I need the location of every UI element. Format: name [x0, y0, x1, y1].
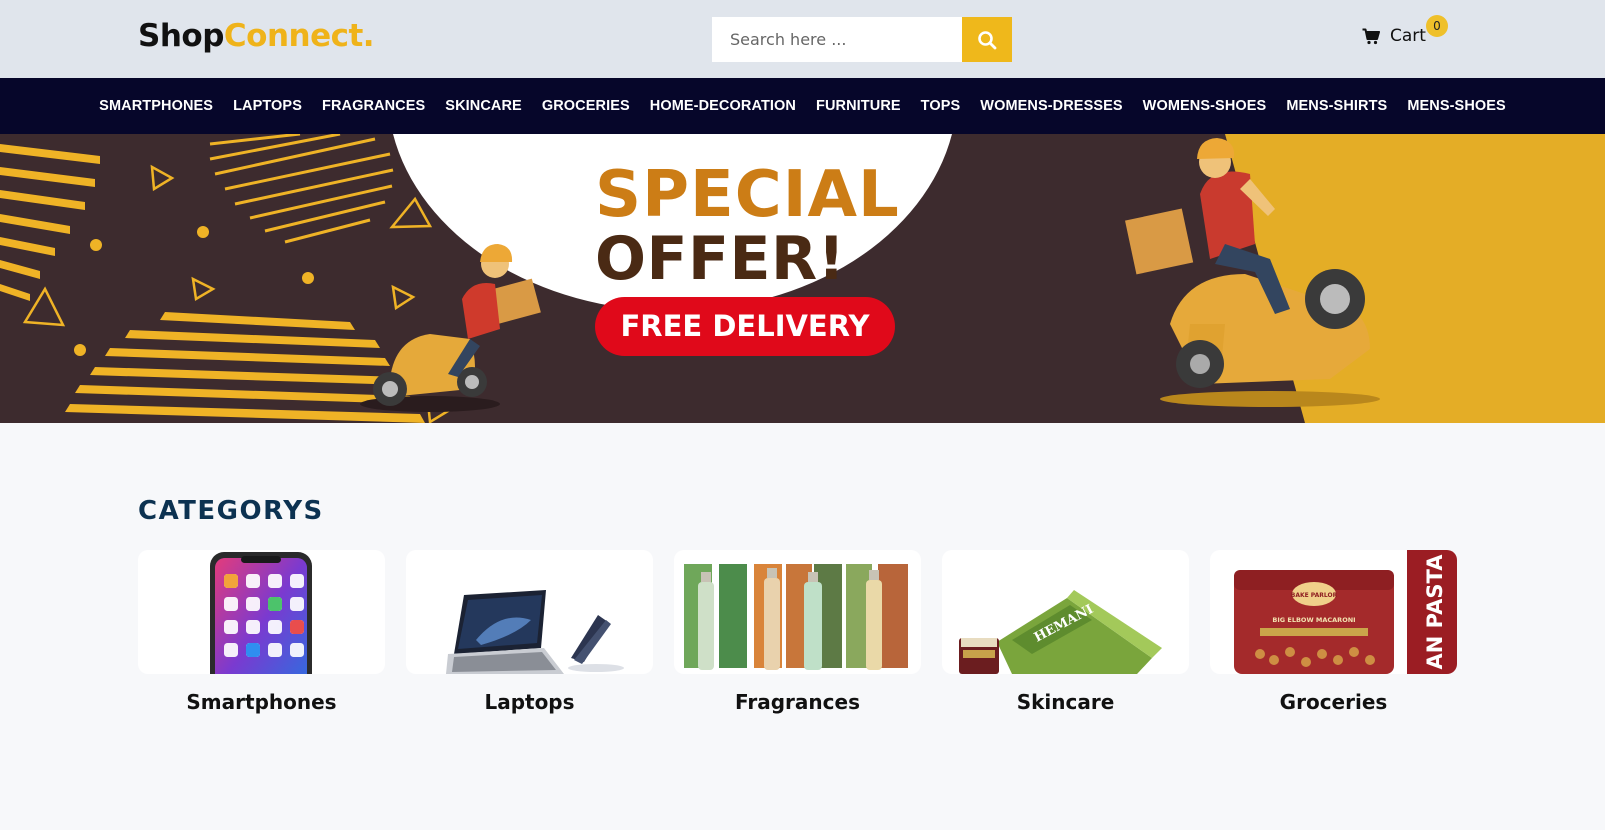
- nav-item-womens-dresses[interactable]: WOMENS-DRESSES: [980, 98, 1122, 114]
- nav-item-womens-shoes[interactable]: WOMENS-SHOES: [1143, 98, 1267, 114]
- grocery-side-text: AN PASTA: [1423, 554, 1447, 670]
- cart-count-badge: 0: [1426, 15, 1448, 37]
- category-image-groceries: BAKE PARLOR BIG ELBOW MACARONI AN PASTA: [1210, 550, 1457, 674]
- search-button[interactable]: [962, 17, 1012, 62]
- banner-pill-text: FREE DELIVERY: [620, 309, 870, 343]
- banner-artwork: SPECIAL OFFER! FREE DELIVERY: [0, 134, 1605, 423]
- cart-icon: [1362, 28, 1380, 44]
- category-label-groceries: Groceries: [1279, 690, 1388, 714]
- category-card-skincare[interactable]: HEMANI Skincare: [942, 550, 1189, 714]
- nav-item-mens-shirts[interactable]: MENS-SHIRTS: [1286, 98, 1387, 114]
- cart-button[interactable]: Cart: [1362, 26, 1426, 46]
- category-card-smartphones[interactable]: Smartphones: [138, 550, 385, 714]
- category-image-laptops: [406, 550, 653, 674]
- search-bar: [712, 17, 1012, 62]
- category-card-laptops[interactable]: Laptops: [406, 550, 653, 714]
- nav-item-fragrances[interactable]: FRAGRANCES: [322, 98, 425, 114]
- nav-item-tops[interactable]: TOPS: [921, 98, 961, 114]
- search-icon: [978, 30, 997, 49]
- nav-item-laptops[interactable]: LAPTOPS: [233, 98, 302, 114]
- promo-banner[interactable]: SPECIAL OFFER! FREE DELIVERY: [0, 134, 1605, 423]
- banner-line1: SPECIAL: [595, 158, 900, 232]
- category-label-smartphones: Smartphones: [186, 690, 337, 714]
- category-nav: SMARTPHONES LAPTOPS FRAGRANCES SKINCARE GROC…: [0, 78, 1605, 134]
- category-image-fragrances: [674, 550, 921, 674]
- grocery-product-text: BIG ELBOW MACARONI: [1272, 616, 1355, 624]
- nav-item-groceries[interactable]: GROCERIES: [542, 98, 630, 114]
- search-input[interactable]: [712, 17, 962, 62]
- category-label-skincare: Skincare: [1016, 690, 1115, 714]
- category-label-laptops: Laptops: [484, 690, 575, 714]
- nav-list: SMARTPHONES LAPTOPS FRAGRANCES SKINCARE GROC…: [99, 98, 1506, 114]
- category-label-fragrances: Fragrances: [735, 690, 860, 714]
- category-card-groceries[interactable]: BAKE PARLOR BIG ELBOW MACARONI AN PASTA …: [1210, 550, 1457, 714]
- category-card-fragrances[interactable]: Fragrances: [674, 550, 921, 714]
- logo-connect: Connect.: [223, 18, 375, 54]
- top-header: ShopConnect. Cart 0: [0, 0, 1605, 78]
- categories-heading: CATEGORYS: [138, 496, 324, 526]
- banner-line2: OFFER!: [595, 224, 846, 294]
- category-image-skincare: HEMANI: [942, 550, 1189, 674]
- grocery-brand-text: BAKE PARLOR: [1291, 592, 1338, 599]
- nav-item-furniture[interactable]: FURNITURE: [816, 98, 901, 114]
- nav-item-mens-shoes[interactable]: MENS-SHOES: [1407, 98, 1506, 114]
- category-image-smartphones: [138, 550, 385, 674]
- nav-item-home-decoration[interactable]: HOME-DECORATION: [650, 98, 796, 114]
- logo[interactable]: ShopConnect.: [138, 18, 375, 54]
- cart-label: Cart: [1390, 26, 1426, 46]
- nav-item-smartphones[interactable]: SMARTPHONES: [99, 98, 213, 114]
- nav-item-skincare[interactable]: SKINCARE: [445, 98, 522, 114]
- category-cards: Smartphones Laptops Fragrances HEMANI Sk…: [138, 550, 1457, 714]
- logo-shop: Shop: [138, 18, 224, 54]
